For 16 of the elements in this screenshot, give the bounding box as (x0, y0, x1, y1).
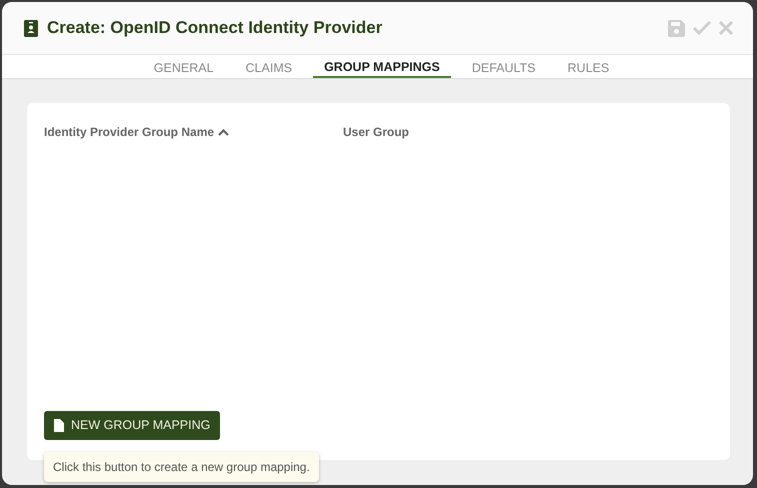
dialog-title: Create: OpenID Connect Identity Provider (47, 17, 382, 40)
new-group-mapping-button[interactable]: NEW GROUP MAPPING (44, 411, 220, 440)
tab[interactable]: RULES (556, 55, 620, 78)
tab[interactable]: GROUP MAPPINGS (313, 55, 451, 78)
document-icon (54, 419, 64, 432)
close-icon[interactable] (719, 21, 733, 35)
tooltip: Click this button to create a new group mapping. (44, 452, 319, 482)
sort-up-icon[interactable] (218, 128, 230, 136)
tab[interactable]: GENERAL (142, 55, 225, 78)
tab[interactable]: DEFAULTS (460, 55, 547, 78)
check-icon[interactable] (693, 21, 711, 35)
id-badge-icon (24, 20, 38, 36)
save-icon[interactable] (668, 20, 685, 36)
column-header[interactable]: Identity Provider Group Name (44, 123, 214, 141)
tab[interactable]: CLAIMS (234, 55, 304, 78)
column-header[interactable]: User Group (343, 123, 410, 141)
